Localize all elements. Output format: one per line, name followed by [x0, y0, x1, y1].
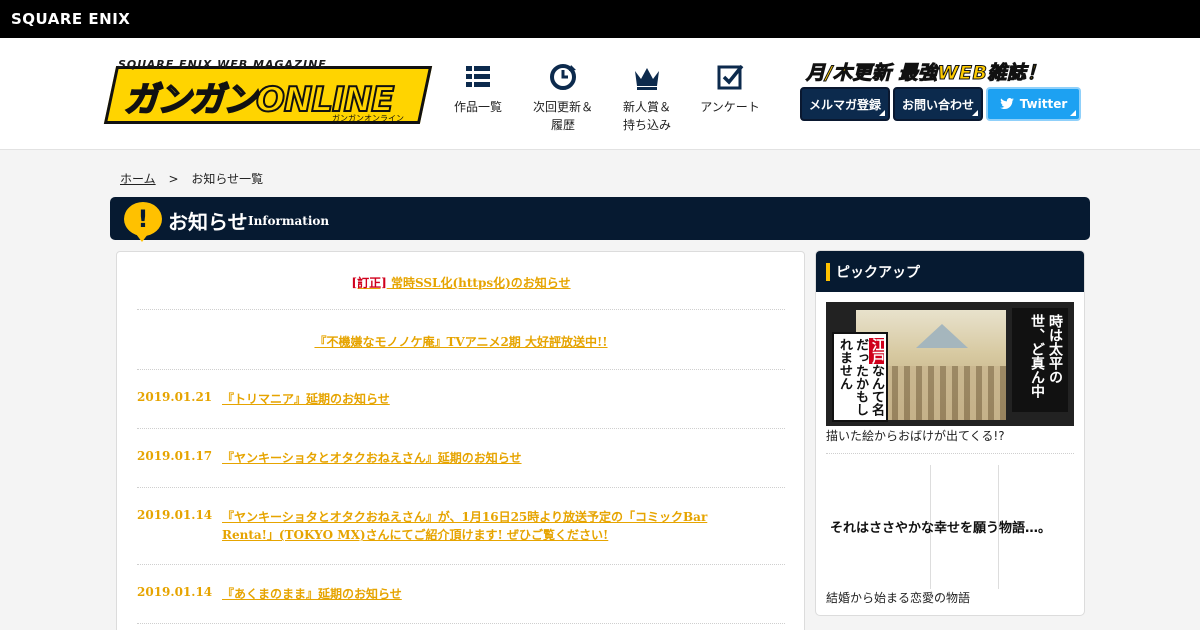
- pickup-sidebar: ピックアップ 江戸なんて名だったかもしれません 時は太平の世、ど真ん中 描いた絵…: [815, 250, 1085, 616]
- sticky-notice: [訂正] 常時SSL化(https化)のお知らせ: [137, 272, 785, 291]
- nav-label: 次回更新＆: [532, 100, 593, 114]
- contact-button[interactable]: お問い合わせ: [893, 87, 983, 121]
- top-bar: SQUARE ENIX: [0, 0, 1200, 38]
- nav-label: 履歴: [550, 118, 575, 132]
- section-subtitle: Information: [248, 214, 330, 228]
- clock-icon: [550, 64, 576, 90]
- divider: [137, 369, 785, 370]
- checkbox-icon: [717, 64, 744, 90]
- divider: [137, 428, 785, 429]
- divider: [137, 487, 785, 488]
- nav-survey[interactable]: アンケート: [690, 62, 770, 116]
- nav-label: 持ち込み: [622, 118, 671, 132]
- notice-link[interactable]: 『ヤンキーショタとオタクおねえさん』延期のお知らせ: [222, 449, 742, 467]
- logo-subtitle: SQUARE ENIX WEB MAGAZINE: [118, 58, 327, 71]
- pickup-banner-1[interactable]: 江戸なんて名だったかもしれません 時は太平の世、ど真ん中: [826, 302, 1074, 426]
- divider: [137, 564, 785, 565]
- divider: [826, 453, 1074, 454]
- list-icon: [466, 66, 490, 87]
- header-accent-bar: [826, 263, 830, 281]
- sticky-notice-text: 常時SSL化(https化)のお知らせ: [390, 276, 571, 290]
- notices-panel: [訂正] 常時SSL化(https化)のお知らせ 『不機嫌なモノノケ庵』TVアニ…: [116, 251, 805, 630]
- pickup-title: ピックアップ: [836, 265, 920, 281]
- nav-label: アンケート: [700, 100, 760, 114]
- notice-date: 2019.01.14: [137, 508, 213, 522]
- twitter-button[interactable]: Twitter: [986, 87, 1081, 121]
- nav-label: 作品一覧: [453, 100, 502, 114]
- divider: [137, 309, 785, 310]
- nav-label: 新人賞＆: [622, 100, 671, 114]
- banner-caption-left: 江戸なんて名だったかもしれません: [832, 332, 888, 422]
- pickup-caption[interactable]: 描いた絵からおばけが出てくる!?: [826, 427, 1005, 444]
- pickup-header: ピックアップ: [816, 251, 1084, 292]
- breadcrumb: ホーム > お知らせ一覧: [120, 170, 263, 187]
- nav-newcomer-award[interactable]: 新人賞＆ 持ち込み: [607, 62, 687, 134]
- notice-date: 2019.01.17: [137, 449, 213, 463]
- nav-next-update[interactable]: 次回更新＆ 履歴: [523, 62, 603, 134]
- banner-highlight: 江戸: [869, 338, 884, 364]
- crown-icon: [635, 68, 659, 90]
- breadcrumb-current: お知らせ一覧: [191, 172, 264, 186]
- banner-caption-right: 時は太平の世、ど真ん中: [1012, 308, 1068, 412]
- sticky-notice-link[interactable]: [訂正] 常時SSL化(https化)のお知らせ: [351, 276, 570, 290]
- notice-link[interactable]: 『ヤンキーショタとオタクおねえさん』が、1月16日25時より放送予定の「コミック…: [222, 508, 742, 544]
- mountain-shape: [916, 324, 968, 348]
- notice-date: 2019.01.14: [137, 585, 213, 599]
- logo-reading: ガンガンオンライン: [332, 114, 404, 123]
- sticky-notice-link[interactable]: 『不機嫌なモノノケ庵』TVアニメ2期 大好評放送中!!: [314, 335, 607, 349]
- notice-date: 2019.01.21: [137, 390, 213, 404]
- mailmag-button[interactable]: メルマガ登録: [800, 87, 890, 121]
- banner-text: それはささやかな幸せを願う物語…。: [830, 521, 1052, 536]
- breadcrumb-separator: >: [168, 172, 179, 186]
- sticky-notice: 『不機嫌なモノノケ庵』TVアニメ2期 大好評放送中!!: [137, 331, 785, 350]
- twitter-icon: [999, 98, 1014, 110]
- gangan-online-logo[interactable]: SQUARE ENIX WEB MAGAZINE ガンガンONLINE ガンガン…: [103, 58, 433, 126]
- header-tagline: 月/木更新 最強WEB雑誌！: [806, 62, 1046, 85]
- section-title: お知らせ: [168, 210, 248, 234]
- section-header: ! お知らせ Information: [110, 197, 1090, 242]
- exclamation-icon: !: [124, 202, 162, 242]
- notice-link[interactable]: 『あくまのまま』延期のお知らせ: [222, 585, 742, 603]
- square-enix-logo[interactable]: SQUARE ENIX: [11, 10, 130, 28]
- twitter-label: Twitter: [1019, 97, 1068, 111]
- site-header: SQUARE ENIX WEB MAGAZINE ガンガンONLINE ガンガン…: [0, 38, 1200, 150]
- pickup-banner-2[interactable]: それはささやかな幸せを願う物語…。: [826, 465, 1074, 589]
- nav-works-list[interactable]: 作品一覧: [438, 62, 518, 116]
- correction-tag: [訂正]: [351, 276, 387, 290]
- divider: [137, 623, 785, 624]
- pickup-caption[interactable]: 結婚から始まる恋愛の物語: [826, 589, 970, 606]
- notice-link[interactable]: 『トリマニア』延期のお知らせ: [222, 390, 742, 408]
- breadcrumb-home-link[interactable]: ホーム: [120, 172, 156, 186]
